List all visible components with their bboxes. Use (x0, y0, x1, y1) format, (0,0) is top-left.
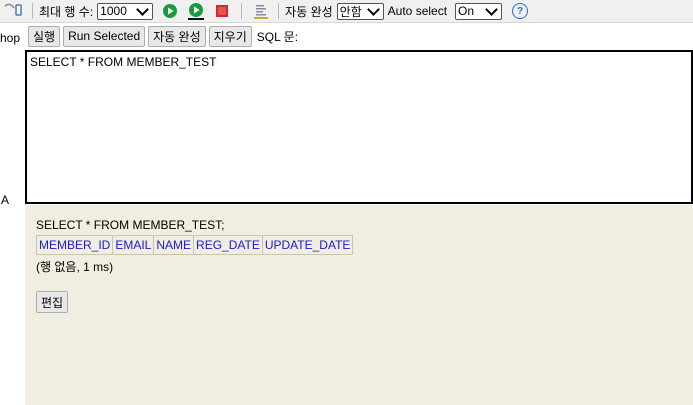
auto-select-select[interactable]: On (455, 2, 503, 20)
left-panel-marker: A (1, 193, 10, 207)
toolbar-separator (278, 3, 280, 19)
column-header-update-date[interactable]: UPDATE_DATE (261, 235, 354, 255)
run-step-icon[interactable] (187, 2, 205, 20)
chevron-down-icon (136, 2, 150, 16)
left-panel-label: hop (0, 31, 21, 45)
result-query-text: SELECT * FROM MEMBER_TEST; (36, 218, 225, 232)
sql-editor[interactable]: SELECT * FROM MEMBER_TEST (25, 50, 693, 204)
format-sql-icon[interactable] (252, 2, 270, 20)
max-rows-label: 최대 행 수: (39, 4, 94, 19)
autocomplete-select[interactable]: 안함 (336, 2, 384, 20)
autocomplete-button[interactable]: 자동 완성 (148, 25, 206, 47)
auto-select-label: Auto select (387, 4, 448, 18)
column-header-member-id[interactable]: MEMBER_ID (35, 235, 114, 255)
action-row: 실행 Run Selected 자동 완성 지우기 SQL 문: (25, 24, 298, 48)
result-header-row: MEMBER_ID EMAIL NAME REG_DATE UPDATE_DAT… (35, 235, 354, 255)
autocomplete-label: 자동 완성 (285, 4, 333, 19)
chevron-down-icon (366, 2, 380, 16)
results-panel: SELECT * FROM MEMBER_TEST; MEMBER_ID EMA… (25, 205, 693, 405)
result-table: MEMBER_ID EMAIL NAME REG_DATE UPDATE_DAT… (35, 235, 354, 255)
max-rows-select[interactable]: 1000 (97, 2, 154, 20)
column-header-email[interactable]: EMAIL (112, 235, 155, 255)
toolbar-separator (32, 3, 33, 19)
run-icon[interactable] (161, 2, 179, 20)
max-rows-value: 1000 (100, 4, 127, 18)
run-button[interactable]: 실행 (28, 25, 61, 47)
toolbar: 최대 행 수: 1000 자동 완성 안함 Auto select On ? (0, 0, 693, 23)
column-header-reg-date[interactable]: REG_DATE (193, 235, 263, 255)
clear-button[interactable]: 지우기 (208, 25, 252, 47)
result-meta: (행 없음, 1 ms) (36, 260, 114, 274)
column-header-name[interactable]: NAME (153, 235, 195, 255)
sql-statement-label: SQL 문: (256, 29, 299, 44)
help-icon[interactable]: ? (512, 3, 529, 19)
left-panel: hop A (0, 23, 25, 405)
toolbar-separator (241, 3, 243, 19)
sql-editor-text[interactable]: SELECT * FROM MEMBER_TEST (30, 55, 216, 69)
auto-select-value: On (458, 4, 475, 18)
chevron-down-icon (485, 2, 498, 16)
stop-icon[interactable] (213, 2, 231, 20)
bookmark-icon[interactable] (2, 2, 28, 20)
edit-button[interactable]: 편집 (36, 291, 69, 313)
run-selected-button[interactable]: Run Selected (63, 25, 146, 47)
autocomplete-value: 안함 (339, 4, 362, 19)
